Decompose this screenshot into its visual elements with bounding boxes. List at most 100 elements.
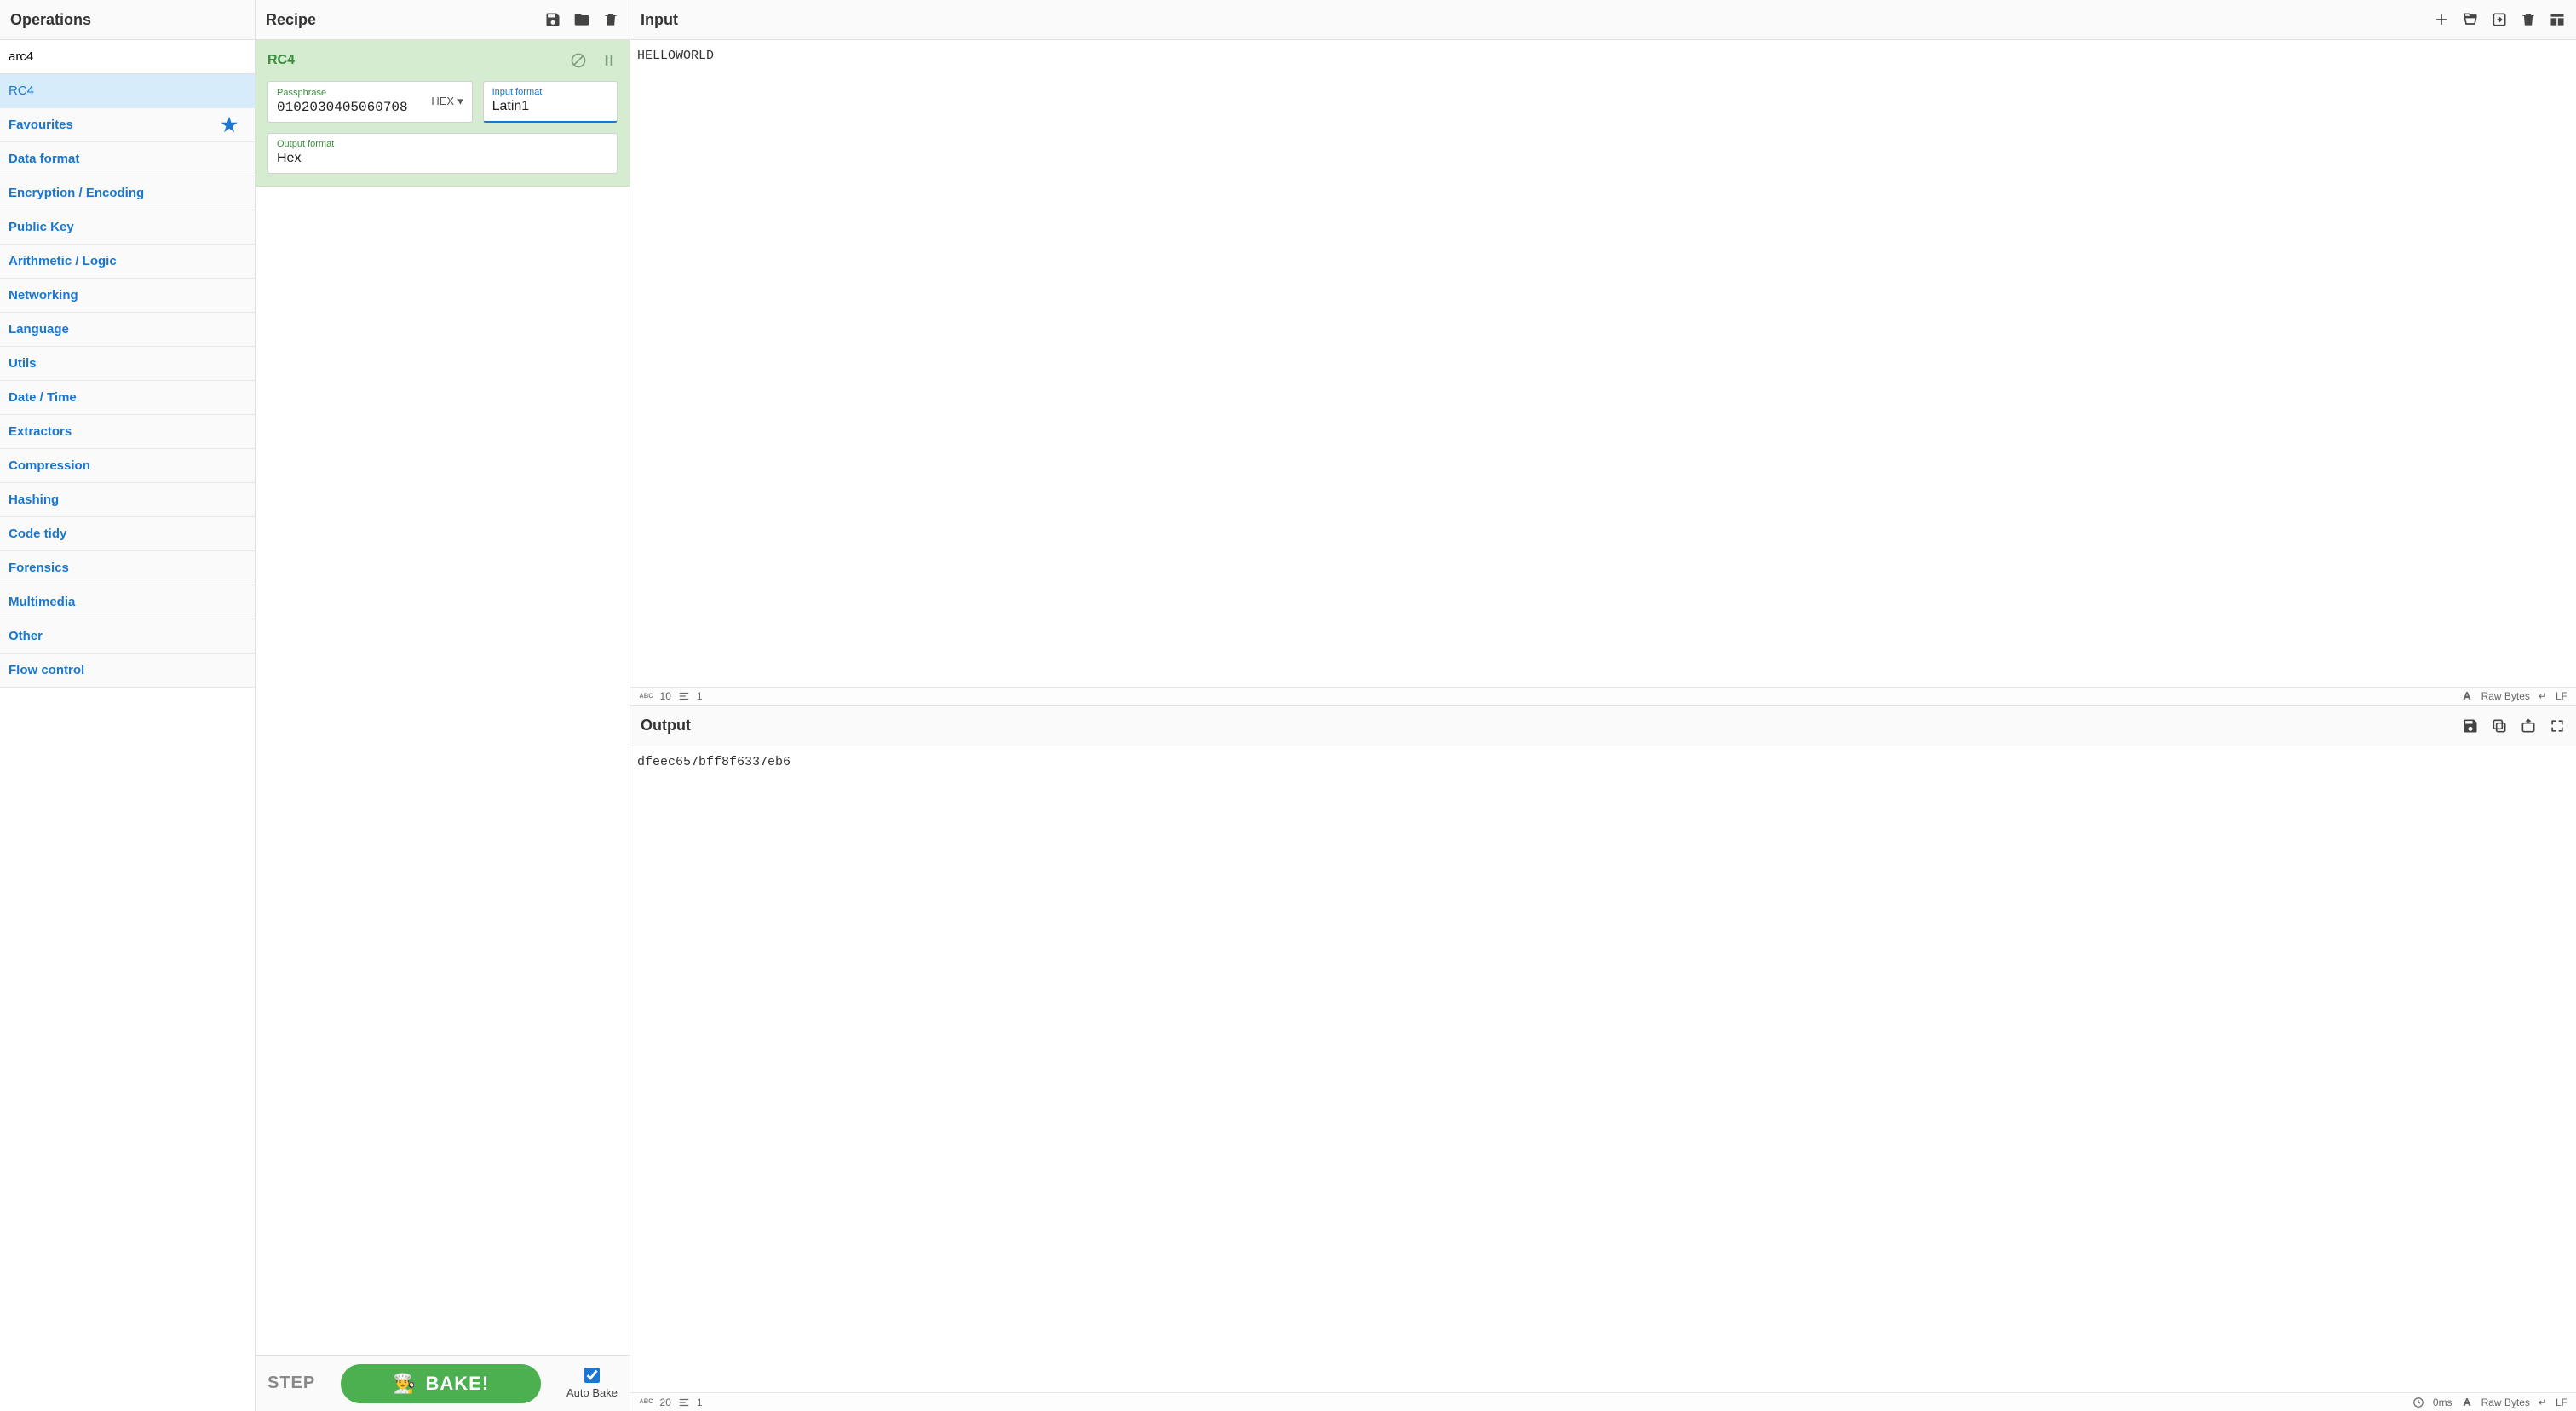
category-language[interactable]: Language (0, 313, 255, 347)
category-label: Favourites (9, 118, 73, 132)
save-recipe-icon[interactable] (544, 11, 561, 28)
category-label: Extractors (9, 424, 72, 439)
category-compression[interactable]: Compression (0, 449, 255, 483)
category-data-format[interactable]: Data format (0, 142, 255, 176)
category-utils[interactable]: Utils (0, 347, 255, 381)
input-status-bar: ᴀʙᴄ 10 1 Raw Bytes ↵ LF (630, 687, 2576, 706)
chef-icon: 👨‍🍳 (393, 1373, 417, 1395)
clock-icon (2412, 1397, 2424, 1408)
bake-row: STEP 👨‍🍳 BAKE! Auto Bake (256, 1355, 630, 1411)
reset-layout-icon[interactable] (2549, 11, 2566, 28)
category-arithmetic-logic[interactable]: Arithmetic / Logic (0, 245, 255, 279)
category-date-time[interactable]: Date / Time (0, 381, 255, 415)
operation-args: Passphrase 0102030405060708 HEX ▾ Input … (256, 81, 630, 174)
bake-label: BAKE! (425, 1373, 489, 1395)
input-pane: Input HELLOWORLD ᴀʙᴄ (630, 0, 2576, 706)
output-eol[interactable]: LF (2556, 1397, 2567, 1408)
replace-input-icon[interactable] (2520, 717, 2537, 734)
output-header: Output (630, 706, 2576, 746)
category-public-key[interactable]: Public Key (0, 210, 255, 245)
category-favourites[interactable]: Favourites ★ (0, 108, 255, 142)
save-output-icon[interactable] (2462, 717, 2479, 734)
recipe-panel: Recipe RC4 (256, 0, 630, 1411)
operation-header: RC4 (256, 40, 630, 81)
return-icon: ↵ (2539, 1397, 2547, 1408)
operations-search-input[interactable] (9, 49, 246, 64)
operation-card-rc4[interactable]: RC4 Passphrase 0102030405060708 (256, 40, 630, 187)
output-encoding[interactable]: Raw Bytes (2481, 1397, 2530, 1408)
maximise-output-icon[interactable] (2549, 717, 2566, 734)
arg-output-format-value[interactable]: Hex (277, 151, 608, 166)
autobake-checkbox[interactable] (584, 1368, 600, 1383)
open-file-icon[interactable] (2491, 11, 2508, 28)
output-title: Output (641, 717, 691, 734)
search-result-rc4[interactable]: RC4 (0, 74, 255, 108)
category-label: Forensics (9, 561, 69, 575)
input-line-count: 1 (697, 690, 703, 702)
category-label: Encryption / Encoding (9, 186, 144, 200)
clear-recipe-icon[interactable] (602, 11, 619, 28)
category-label: Language (9, 322, 69, 337)
passphrase-type-label: HEX (431, 95, 454, 107)
category-code-tidy[interactable]: Code tidy (0, 517, 255, 551)
output-pane: Output dfeec657bff8f6337eb6 ᴀʙᴄ 20 (630, 706, 2576, 1411)
clear-input-icon[interactable] (2520, 11, 2537, 28)
encoding-icon[interactable] (2461, 1397, 2473, 1408)
input-eol[interactable]: LF (2556, 690, 2567, 702)
category-label: Data format (9, 152, 79, 166)
arg-input-format-label: Input format (492, 87, 608, 97)
encoding-icon[interactable] (2461, 690, 2473, 702)
abc-icon: ᴀʙᴄ (639, 1397, 653, 1407)
input-textarea[interactable]: HELLOWORLD (630, 40, 2576, 687)
category-extractors[interactable]: Extractors (0, 415, 255, 449)
category-flow-control[interactable]: Flow control (0, 654, 255, 688)
step-button[interactable]: STEP (267, 1374, 315, 1393)
category-label: Date / Time (9, 390, 77, 405)
input-encoding[interactable]: Raw Bytes (2481, 690, 2530, 702)
lines-icon (678, 1397, 690, 1408)
lines-icon (678, 690, 690, 702)
output-char-count: 20 (660, 1397, 671, 1408)
breakpoint-icon[interactable] (601, 52, 618, 69)
return-icon: ↵ (2539, 690, 2547, 702)
category-encryption-encoding[interactable]: Encryption / Encoding (0, 176, 255, 210)
disable-operation-icon[interactable] (570, 52, 587, 69)
input-header: Input (630, 0, 2576, 40)
category-label: Code tidy (9, 527, 66, 541)
category-label: Arithmetic / Logic (9, 254, 117, 268)
bake-button[interactable]: 👨‍🍳 BAKE! (341, 1364, 541, 1403)
load-recipe-icon[interactable] (573, 11, 590, 28)
output-textarea[interactable]: dfeec657bff8f6337eb6 (630, 746, 2576, 1393)
recipe-title: Recipe (266, 11, 316, 29)
operation-title: RC4 (267, 53, 295, 68)
category-label: Hashing (9, 492, 59, 507)
category-label: Flow control (9, 663, 84, 677)
input-char-count: 10 (660, 690, 671, 702)
open-folder-icon[interactable] (2462, 11, 2479, 28)
passphrase-type-dropdown[interactable]: HEX ▾ (426, 95, 463, 108)
arg-input-format[interactable]: Input format Latin1 (483, 81, 618, 123)
category-forensics[interactable]: Forensics (0, 551, 255, 585)
category-multimedia[interactable]: Multimedia (0, 585, 255, 619)
arg-passphrase-label: Passphrase (277, 88, 426, 98)
copy-output-icon[interactable] (2491, 717, 2508, 734)
arg-output-format-label: Output format (277, 139, 608, 149)
category-label: Compression (9, 458, 90, 473)
arg-passphrase[interactable]: Passphrase 0102030405060708 HEX ▾ (267, 81, 473, 123)
add-input-tab-icon[interactable] (2433, 11, 2450, 28)
output-status-bar: ᴀʙᴄ 20 1 0ms Raw Bytes ↵ LF (630, 1392, 2576, 1411)
arg-passphrase-value[interactable]: 0102030405060708 (277, 100, 426, 115)
category-hashing[interactable]: Hashing (0, 483, 255, 517)
category-networking[interactable]: Networking (0, 279, 255, 313)
abc-icon: ᴀʙᴄ (639, 692, 653, 701)
category-label: Public Key (9, 220, 74, 234)
operations-category-list: RC4 Favourites ★ Data format Encryption … (0, 74, 255, 1411)
recipe-body[interactable]: RC4 Passphrase 0102030405060708 (256, 40, 630, 1355)
arg-output-format[interactable]: Output format Hex (267, 133, 618, 174)
category-other[interactable]: Other (0, 619, 255, 654)
star-icon: ★ (221, 114, 238, 136)
output-line-count: 1 (697, 1397, 703, 1408)
category-label: Other (9, 629, 43, 643)
arg-input-format-value[interactable]: Latin1 (492, 99, 608, 114)
operations-panel: Operations RC4 Favourites ★ Data format … (0, 0, 256, 1411)
